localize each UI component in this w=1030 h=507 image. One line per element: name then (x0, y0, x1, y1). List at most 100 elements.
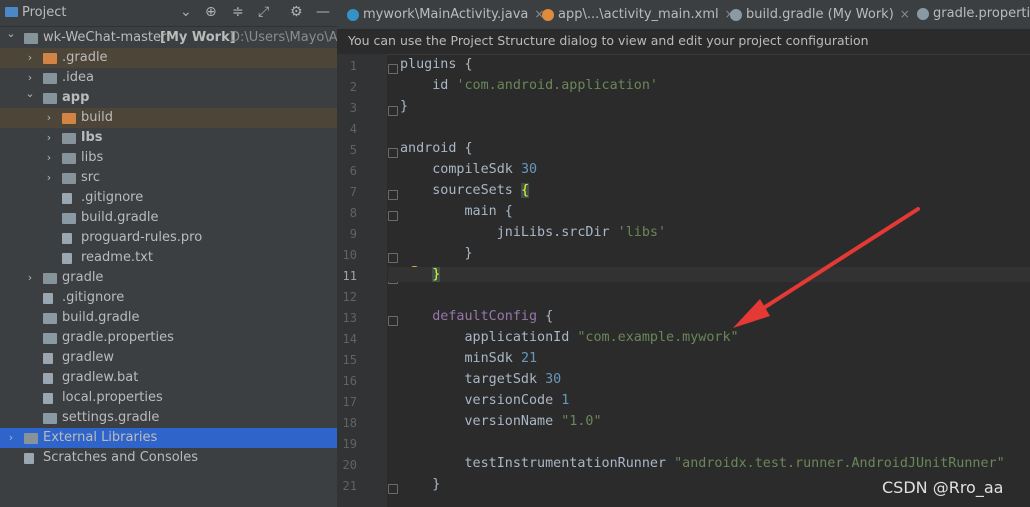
chevron-right-icon[interactable]: › (25, 268, 35, 288)
tree-row[interactable]: gradlew (0, 348, 337, 368)
line-number[interactable]: 5 (337, 143, 357, 157)
tree-row[interactable]: Scratches and Consoles (0, 448, 337, 468)
code-line[interactable]: targetSdk 30 (400, 372, 561, 387)
line-number[interactable]: 2 (337, 80, 357, 94)
chevron-right-icon[interactable]: › (44, 148, 54, 168)
editor-tab-label: mywork\MainActivity.java (363, 7, 529, 22)
code-line[interactable]: applicationId "com.example.mywork" (400, 330, 738, 345)
code-line[interactable]: plugins { (400, 57, 473, 72)
project-structure-banner[interactable]: You can use the Project Structure dialog… (337, 29, 1030, 55)
code-line[interactable]: sourceSets { (400, 183, 529, 198)
tree-row[interactable]: › External Libraries (0, 428, 337, 448)
tree-row[interactable]: › libs (0, 148, 337, 168)
folder-icon (43, 73, 57, 84)
module-icon (43, 93, 57, 104)
gear-icon[interactable]: ⚙ (290, 4, 303, 20)
tree-row[interactable]: › .idea (0, 68, 337, 88)
line-number[interactable]: 11 (337, 269, 357, 283)
line-number[interactable]: 7 (337, 185, 357, 199)
line-number[interactable]: 18 (337, 416, 357, 430)
code-line[interactable]: jniLibs.srcDir 'libs' (400, 225, 666, 240)
tree-row-label: lbs (81, 130, 103, 145)
tree-row-module-name: [My Work] (160, 30, 236, 45)
chevron-down-icon[interactable]: ⌄ (180, 4, 192, 20)
chevron-down-icon[interactable]: ⌄ (6, 24, 16, 44)
code-line[interactable]: id 'com.android.application' (400, 78, 658, 93)
code-line[interactable]: android { (400, 141, 473, 156)
line-number[interactable]: 9 (337, 227, 357, 241)
line-number[interactable]: 14 (337, 332, 357, 346)
chevron-down-icon[interactable]: ⌄ (25, 84, 35, 104)
tree-row-label: .gradle (62, 50, 108, 65)
line-number[interactable]: 3 (337, 101, 357, 115)
tree-row[interactable]: build.gradle (0, 308, 337, 328)
tree-row[interactable]: settings.gradle (0, 408, 337, 428)
tree-row[interactable]: readme.txt (0, 248, 337, 268)
tree-row[interactable]: .gitignore (0, 288, 337, 308)
tree-row[interactable]: proguard-rules.pro (0, 228, 337, 248)
code-line[interactable]: main { (400, 204, 512, 219)
line-number[interactable]: 10 (337, 248, 357, 262)
code-token: } (400, 246, 473, 261)
code-line[interactable]: } (400, 477, 440, 492)
chevron-right-icon[interactable]: › (44, 108, 54, 128)
line-number[interactable]: 17 (337, 395, 357, 409)
file-type-icon (917, 7, 929, 20)
line-number[interactable]: 15 (337, 353, 357, 367)
tree-row[interactable]: ⌄ wk-WeChat-master [My Work] D:\Users\Mayo\… (0, 27, 346, 48)
line-number[interactable]: 12 (337, 290, 357, 304)
line-number[interactable]: 1 (337, 59, 357, 73)
tree-row[interactable]: local.properties (0, 388, 337, 408)
editor-tab[interactable]: mywork\MainActivity.java × (347, 0, 544, 29)
chevron-right-icon[interactable]: › (6, 428, 16, 448)
line-number[interactable]: 19 (337, 437, 357, 451)
editor-tab[interactable]: app\...\activity_main.xml× (542, 0, 735, 29)
code-line[interactable]: testInstrumentationRunner "androidx.test… (400, 456, 1005, 471)
code-line[interactable]: } (400, 246, 473, 261)
tree-row[interactable]: › lbs (0, 128, 337, 148)
code-line[interactable]: } (400, 99, 408, 114)
tree-row[interactable]: .gitignore (0, 188, 337, 208)
editor-tab[interactable]: gradle.propertie (917, 0, 1030, 29)
project-panel-title[interactable]: Project (22, 5, 66, 20)
tree-row[interactable]: build.gradle (0, 208, 337, 228)
tree-row[interactable]: › .gradle (0, 48, 337, 68)
tree-row-label: wk-WeChat-master (43, 30, 167, 45)
line-number[interactable]: 6 (337, 164, 357, 178)
code-line[interactable]: versionCode 1 (400, 393, 569, 408)
code-line[interactable]: compileSdk 30 (400, 162, 537, 177)
tree-row-label: .gitignore (62, 290, 125, 305)
tree-row[interactable]: gradle.properties (0, 328, 337, 348)
tree-row[interactable]: ⌄ app (0, 87, 337, 108)
file-icon (43, 393, 53, 404)
line-number[interactable]: 8 (337, 206, 357, 220)
tree-row[interactable]: gradlew.bat (0, 368, 337, 388)
code-editor[interactable]: plugins { id 'com.android.application'} a… (388, 54, 1030, 507)
tree-row-label: .gitignore (81, 190, 144, 205)
tree-row[interactable]: › build (0, 108, 337, 128)
close-icon[interactable]: × (900, 7, 910, 21)
expand-icon[interactable]: ⤢ (258, 4, 269, 20)
collapse-all-icon[interactable]: ≑ (232, 4, 244, 20)
line-number[interactable]: 16 (337, 374, 357, 388)
code-line[interactable]: versionName "1.0" (400, 414, 601, 429)
code-line[interactable]: defaultConfig { (400, 309, 553, 324)
line-number[interactable]: 20 (337, 458, 357, 472)
minimize-icon[interactable]: — (316, 4, 330, 20)
line-number[interactable]: 13 (337, 311, 357, 325)
locate-icon[interactable]: ⊕ (205, 4, 217, 20)
editor-tab[interactable]: build.gradle (My Work) × (730, 0, 910, 29)
line-number[interactable]: 4 (337, 122, 357, 136)
tree-row[interactable]: › gradle (0, 268, 337, 288)
editor-gutter[interactable]: 1 2 3 4 5 6 7 8 9 10 11 12 13 14 15 16 17 18 19 20 21 (337, 54, 398, 507)
tree-row-label: settings.gradle (62, 410, 160, 425)
chevron-right-icon[interactable]: › (25, 48, 35, 68)
code-token: "androidx.test.runner.AndroidJUnitRunner… (674, 456, 1005, 471)
code-line[interactable]: } (388, 267, 1030, 282)
banner-text: You can use the Project Structure dialog… (348, 33, 869, 48)
code-line[interactable]: minSdk 21 (400, 351, 537, 366)
line-number[interactable]: 21 (337, 479, 357, 493)
chevron-right-icon[interactable]: › (44, 128, 54, 148)
tree-row[interactable]: › src (0, 168, 337, 188)
chevron-right-icon[interactable]: › (44, 168, 54, 188)
